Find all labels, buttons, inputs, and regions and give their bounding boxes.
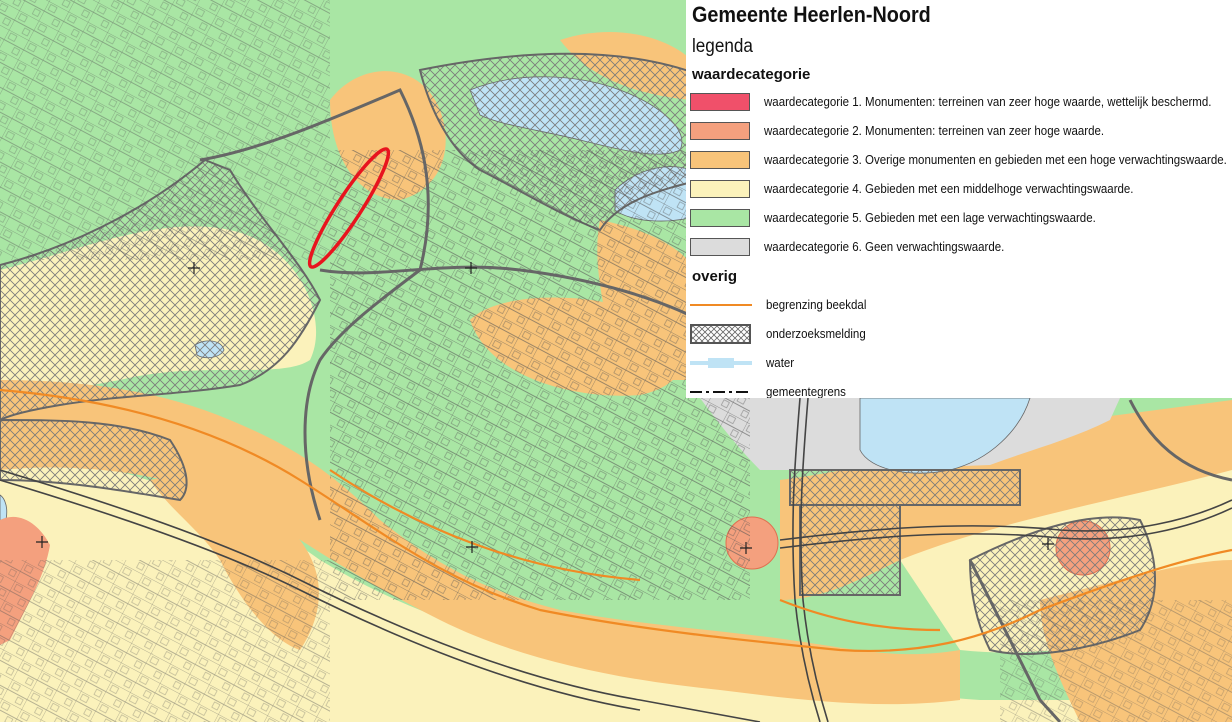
legend-item-cat4: waardecategorie 4. Gebieden met een midd… bbox=[690, 178, 1166, 200]
legend-item-beekdal: begrenzing beekdal bbox=[690, 294, 875, 316]
legend-subtitle: legenda bbox=[692, 36, 753, 57]
legend-title: Gemeente Heerlen-Noord bbox=[692, 2, 931, 27]
swatch-cat6 bbox=[690, 238, 750, 256]
legend-label-cat2: waardecategorie 2. Monumenten: terreinen… bbox=[764, 124, 1105, 138]
legend-item-gemeentegrens: gemeentegrens bbox=[690, 381, 853, 398]
legend-label-cat1: waardecategorie 1. Monumenten: terreinen… bbox=[764, 95, 1212, 109]
legend-label-gemeentegrens: gemeentegrens bbox=[766, 385, 846, 398]
legend-item-cat6: waardecategorie 6. Geen verwachtingswaar… bbox=[690, 236, 1025, 258]
swatch-cat4 bbox=[690, 180, 750, 198]
legend-item-cat5: waardecategorie 5. Gebieden met een lage… bbox=[690, 207, 1125, 229]
legend-label-water: water bbox=[766, 356, 795, 370]
street-grid-northwest bbox=[0, 0, 330, 260]
legend-item-cat3: waardecategorie 3. Overige monumenten en… bbox=[690, 149, 1232, 171]
street-grid-southwest bbox=[0, 560, 330, 722]
water-line-icon bbox=[690, 358, 752, 368]
legend-item-cat2: waardecategorie 2. Monumenten: terreinen… bbox=[690, 120, 1134, 142]
street-grid-southeast bbox=[1000, 600, 1232, 722]
map-legend: Gemeente Heerlen-Noord legenda waardecat… bbox=[686, 0, 1232, 398]
swatch-cat3 bbox=[690, 151, 750, 169]
section-overig: overig bbox=[692, 268, 738, 285]
swatch-cat1 bbox=[690, 93, 750, 111]
swatch-cat2 bbox=[690, 122, 750, 140]
crosshatch-box-icon bbox=[690, 324, 751, 344]
legend-label-cat3: waardecategorie 3. Overige monumenten en… bbox=[764, 153, 1227, 167]
hatch-area-industrial bbox=[789, 469, 1021, 506]
legend-item-cat1: waardecategorie 1. Monumenten: terreinen… bbox=[690, 91, 1232, 113]
section-waardecategorie: waardecategorie bbox=[692, 66, 811, 83]
legend-label-cat4: waardecategorie 4. Gebieden met een midd… bbox=[764, 182, 1134, 196]
legend-item-water: water bbox=[690, 352, 797, 374]
orange-line-icon bbox=[690, 304, 752, 306]
legend-label-cat5: waardecategorie 5. Gebieden met een lage… bbox=[764, 211, 1096, 225]
legend-label-onderzoeksmelding: onderzoeksmelding bbox=[766, 327, 866, 341]
swatch-cat5 bbox=[690, 209, 750, 227]
legend-item-onderzoeksmelding: onderzoeksmelding bbox=[690, 323, 874, 345]
hatch-area-southcenter bbox=[799, 504, 901, 596]
legend-label-beekdal: begrenzing beekdal bbox=[766, 298, 867, 312]
legend-label-cat6: waardecategorie 6. Geen verwachtingswaar… bbox=[764, 240, 1005, 254]
dash-dot-line-icon bbox=[690, 391, 752, 393]
